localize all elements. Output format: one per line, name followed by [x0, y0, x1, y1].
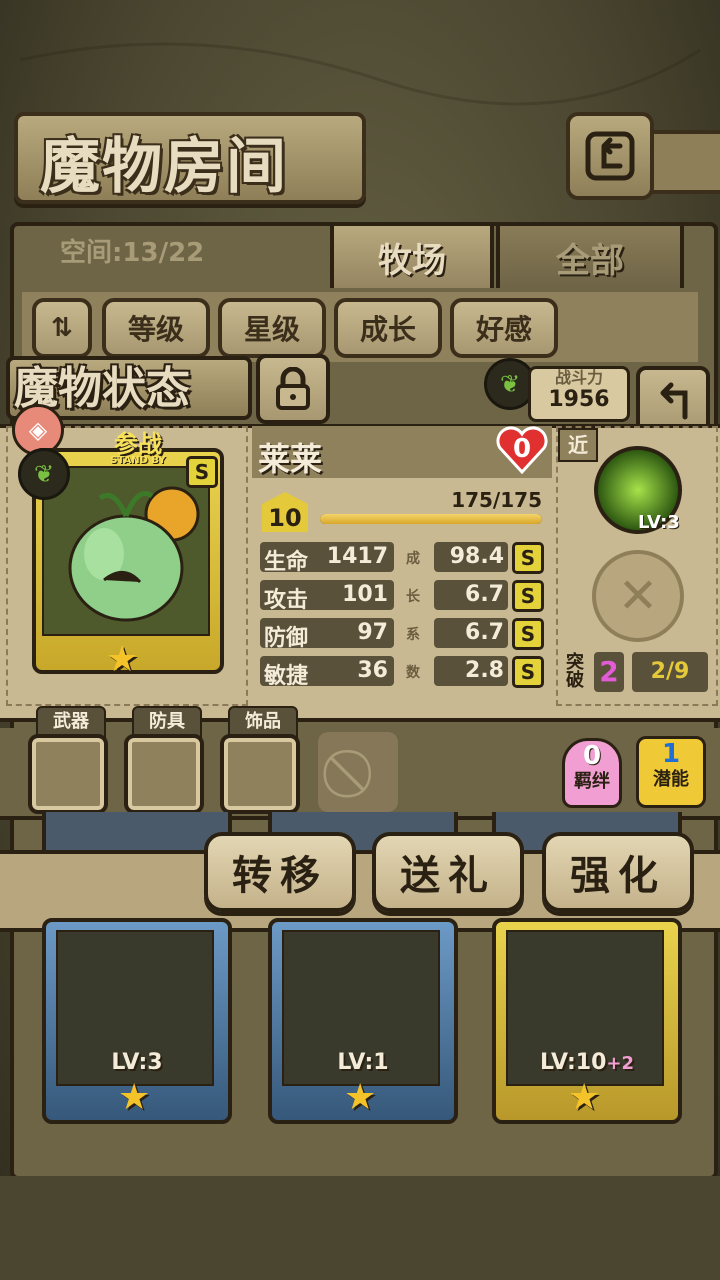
bond-value: 0 [582, 741, 602, 771]
stat-row: 敏捷 36 [260, 656, 394, 689]
space-count: 空间:13/22 [60, 238, 205, 268]
breakthrough-count: 2 [594, 652, 624, 692]
affection-value: 0 [512, 434, 532, 464]
bottom-frame [0, 1176, 720, 1280]
roster-card-level: LV:1 [272, 1050, 454, 1075]
stat-row: 攻击 101 [260, 580, 394, 613]
slime-monster-image [68, 486, 200, 622]
close-icon: ✕ [617, 568, 659, 624]
sort-growth-button[interactable]: 成长 [334, 298, 442, 358]
standby-cn: 参战 [114, 430, 162, 458]
bond-button[interactable]: 0 羁绊 [562, 738, 622, 808]
growth-label-char: 长 [406, 589, 420, 605]
return-arrow-icon [660, 382, 688, 420]
stat-value: 1417 [326, 544, 388, 569]
stat-value: 97 [357, 620, 388, 645]
potential-value: 1 [661, 739, 681, 769]
roster-level-plus: +2 [606, 1053, 635, 1074]
sort-level-button[interactable]: 等级 [102, 298, 210, 358]
sort-star-button[interactable]: 星级 [218, 298, 326, 358]
roster-level-text: LV:10 [539, 1050, 607, 1075]
roster-card-level: LV:3 [46, 1050, 228, 1075]
stat-row: 防御 97 [260, 618, 394, 651]
return-arrow-icon [585, 131, 635, 181]
enhance-button[interactable]: 强化 [542, 832, 694, 912]
growth-label-char: 系 [406, 627, 420, 643]
growth-label-char: 数 [406, 665, 420, 681]
combat-power: 战斗力 1956 [528, 366, 630, 422]
bond-label: 羁绊 [574, 771, 610, 792]
skill-slot-empty[interactable]: ✕ [592, 550, 684, 642]
transfer-button[interactable]: 转移 [204, 832, 356, 912]
roster-level-text: LV:1 [337, 1050, 389, 1075]
padlock-icon [276, 367, 310, 410]
stat-label: 攻击 [264, 588, 309, 613]
stat-label: 防御 [264, 626, 309, 651]
back-button[interactable] [566, 112, 654, 200]
combat-power-label: 战斗力 [554, 368, 603, 387]
stat-row: 生命 1417 [260, 542, 394, 575]
roster-card[interactable]: LV:3 ★ [42, 918, 232, 1124]
potential-button[interactable]: 1 潜能 [636, 736, 706, 808]
hp-bar-fill [320, 514, 542, 524]
lock-button[interactable] [256, 354, 330, 424]
hp-text: 175/175 [451, 488, 542, 512]
growth-value: 98.4 [434, 542, 508, 572]
tab-all[interactable]: 全部 [496, 222, 684, 288]
type-leaf-icon: ❦ [18, 448, 70, 500]
roster-card-level: LV:10+2 [496, 1050, 678, 1075]
roster-card[interactable]: LV:1 ★ [268, 918, 458, 1124]
roster-level-text: LV:3 [111, 1050, 163, 1075]
stat-value: 101 [342, 582, 388, 607]
star-icon: ★ [568, 1077, 601, 1118]
page-title: 魔物房间 [40, 132, 288, 202]
breakthrough-progress: 2/9 [632, 652, 708, 692]
stat-value: 36 [357, 658, 388, 683]
breakthrough-label: 突破 [566, 652, 584, 691]
standby-en: STAND BY [110, 455, 166, 466]
monster-portrait [42, 466, 210, 636]
star-icon: ★ [344, 1077, 377, 1118]
potential-label: 潜能 [653, 769, 689, 790]
card-rank-badge: S [186, 456, 218, 488]
growth-rank-badge: S [512, 542, 544, 574]
hp-bar [320, 514, 542, 524]
sort-toggle-icon: ⇅ [51, 313, 73, 343]
roster-card[interactable]: LV:10+2 ★ [492, 918, 682, 1124]
growth-rank-badge: S [512, 656, 544, 688]
growth-value: 2.8 [434, 656, 508, 686]
sort-affection-button[interactable]: 好感 [450, 298, 558, 358]
growth-value: 6.7 [434, 580, 508, 610]
growth-label-char: 成 [406, 551, 420, 567]
star-icon: ★ [106, 639, 139, 680]
weapon-slot[interactable] [28, 734, 108, 814]
tab-ranch[interactable]: 牧场 [330, 222, 494, 288]
combat-power-value: 1956 [548, 387, 610, 412]
monster-name: 莱莱 [258, 440, 323, 478]
range-badge: 近 [558, 428, 598, 462]
sort-order-button[interactable]: ⇅ [32, 298, 92, 358]
armor-slot[interactable] [124, 734, 204, 814]
stat-label: 敏捷 [264, 664, 309, 689]
skill-level: LV:3 [638, 512, 680, 533]
star-icon: ★ [118, 1077, 151, 1118]
growth-rank-badge: S [512, 618, 544, 650]
growth-value: 6.7 [434, 618, 508, 648]
standby-label: 参战 STAND BY [92, 432, 184, 472]
growth-rank-badge: S [512, 580, 544, 612]
locked-slot: ⃠ [318, 732, 398, 812]
accessory-slot[interactable] [220, 734, 300, 814]
gift-button[interactable]: 送礼 [372, 832, 524, 912]
stat-label: 生命 [264, 550, 309, 575]
